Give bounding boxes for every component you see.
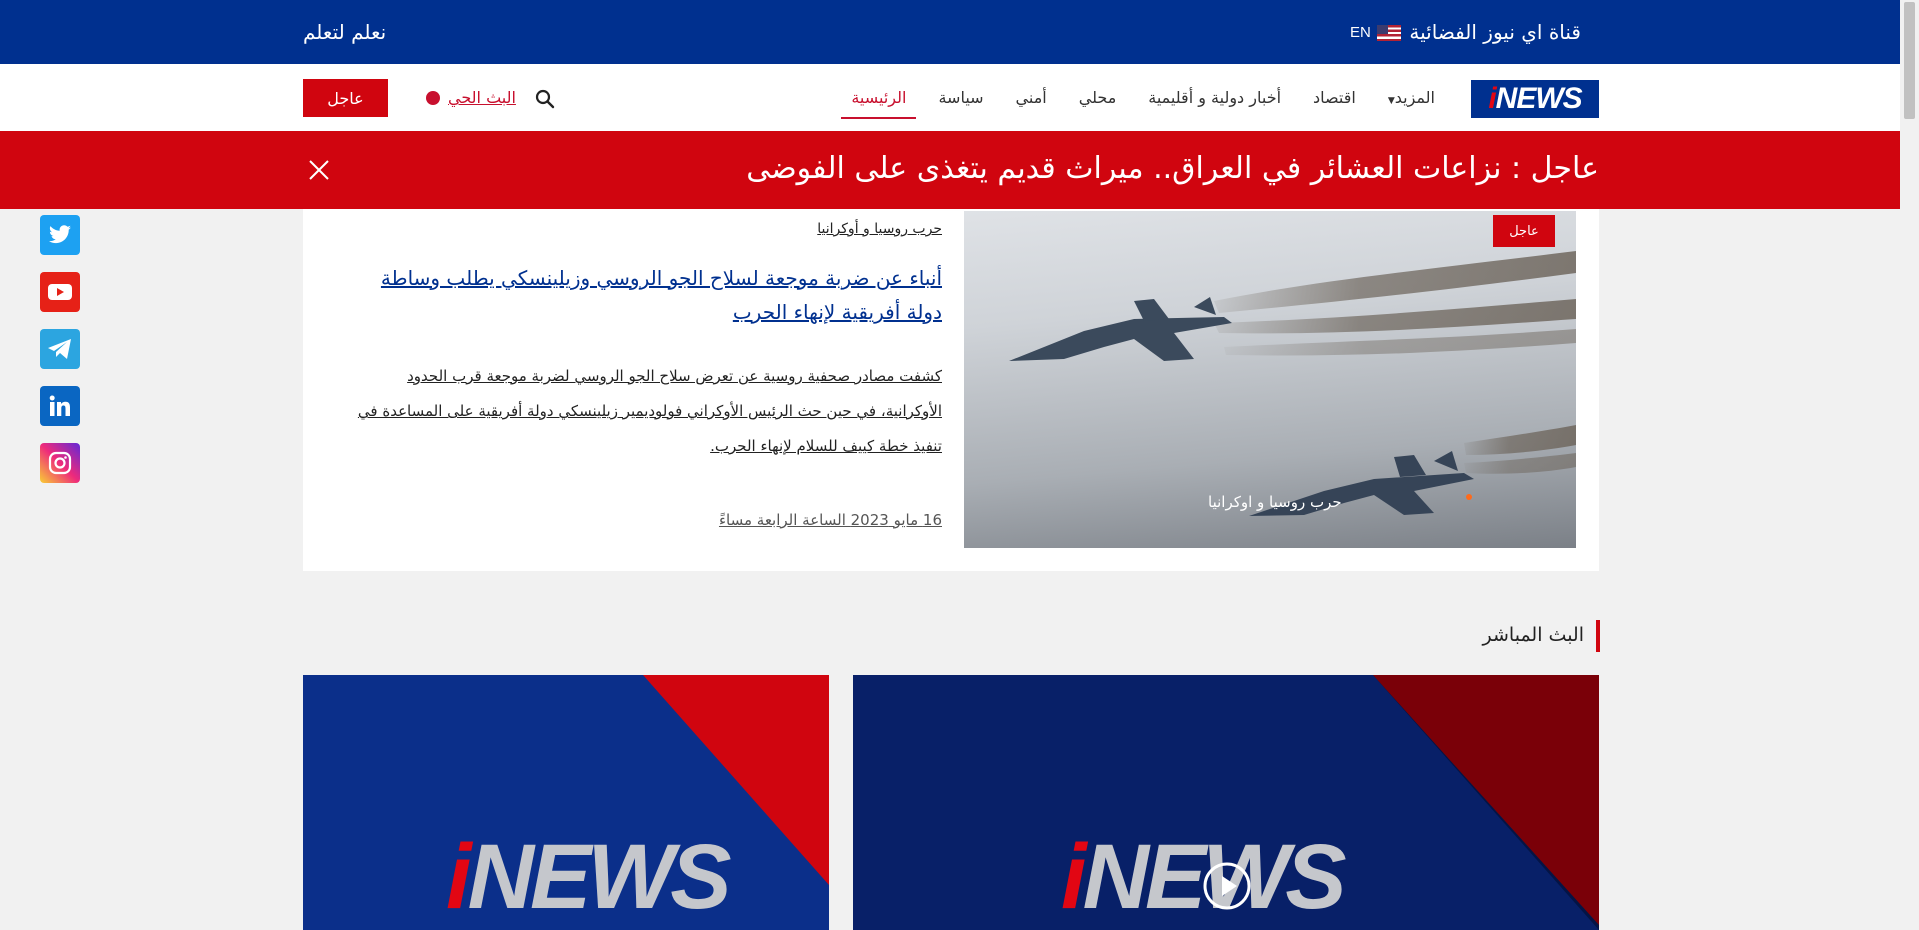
language-label[interactable]: EN bbox=[1350, 24, 1371, 41]
search-icon[interactable] bbox=[534, 88, 556, 110]
live-video-thumbnail[interactable]: iNEWS bbox=[303, 675, 829, 930]
caret-down-icon: ▼ bbox=[1387, 96, 1395, 106]
channel-name: قناة اي نيوز الفضائية bbox=[1409, 20, 1581, 44]
nav-item-politics[interactable]: سياسة bbox=[938, 88, 983, 113]
scrollbar-thumb[interactable] bbox=[1904, 2, 1915, 119]
video-logo-text: NEWS bbox=[467, 826, 732, 928]
article-title[interactable]: أنباء عن ضربة موجعة لسلاح الجو الروسي وز… bbox=[342, 261, 942, 329]
logo-accent: i bbox=[1488, 82, 1496, 115]
image-caption: حرب روسيا و اوكرانيا bbox=[1208, 493, 1342, 511]
page-scrollbar[interactable] bbox=[1900, 0, 1919, 930]
nav-item-home[interactable]: الرئيسية bbox=[841, 88, 917, 119]
live-label[interactable]: البث الحي bbox=[448, 88, 516, 107]
social-links bbox=[40, 215, 80, 483]
nav-menu: الرئيسية سياسة أمني محلي أخبار دولية و أ… bbox=[841, 88, 1435, 119]
nav-item-international[interactable]: أخبار دولية و أقليمية bbox=[1148, 88, 1281, 113]
language-switch[interactable]: EN bbox=[1350, 24, 1401, 41]
instagram-icon[interactable] bbox=[40, 443, 80, 483]
nav-item-more[interactable]: المزيد▼ bbox=[1388, 88, 1435, 113]
video-logo: iNEWS bbox=[446, 825, 732, 930]
video-logo-accent: i bbox=[1061, 826, 1086, 928]
article-description[interactable]: كشفت مصادر صحفية روسية عن تعرض سلاح الجو… bbox=[342, 359, 942, 464]
nav-item-local[interactable]: محلي bbox=[1079, 88, 1117, 113]
telegram-icon[interactable] bbox=[40, 329, 80, 369]
urgent-tag[interactable]: عاجل bbox=[1493, 215, 1555, 247]
close-icon[interactable] bbox=[304, 155, 334, 185]
featured-article: عاجل حرب روسيا و اوكرانيا حرب روسيا و أو… bbox=[303, 209, 1599, 571]
article-category[interactable]: حرب روسيا و أوكرانيا bbox=[817, 221, 942, 237]
article-date: 16 مايو 2023 الساعة الرابعة مساءً bbox=[718, 511, 942, 529]
live-stream-link[interactable]: البث الحي bbox=[426, 88, 516, 107]
nav-item-security[interactable]: أمني bbox=[1016, 88, 1047, 113]
site-logo[interactable]: iNEWS bbox=[1471, 80, 1599, 118]
live-section-title: البث المباشر bbox=[1483, 620, 1600, 652]
youtube-icon[interactable] bbox=[40, 272, 80, 312]
breaking-news-banner: عاجل : نزاعات العشائر في العراق.. ميراث … bbox=[0, 131, 1905, 209]
nav-more-label[interactable]: المزيد bbox=[1395, 88, 1435, 107]
slogan: نعلم لتعلم bbox=[303, 20, 387, 44]
play-icon[interactable] bbox=[1202, 861, 1252, 911]
main-nav: iNEWS الرئيسية سياسة أمني محلي أخبار دول… bbox=[0, 64, 1900, 131]
live-video-player[interactable]: iNEWS bbox=[853, 675, 1599, 930]
nav-item-economy[interactable]: اقتصاد bbox=[1313, 88, 1356, 113]
twitter-icon[interactable] bbox=[40, 215, 80, 255]
top-bar: قناة اي نيوز الفضائية EN نعلم لتعلم bbox=[0, 0, 1900, 64]
live-dot-icon bbox=[426, 90, 440, 105]
breaking-news-text[interactable]: عاجل : نزاعات العشائر في العراق.. ميراث … bbox=[746, 151, 1599, 186]
video-logo-accent: i bbox=[446, 826, 471, 928]
logo-text: NEWS bbox=[1495, 82, 1583, 115]
us-flag-icon[interactable] bbox=[1376, 24, 1401, 41]
linkedin-icon[interactable] bbox=[40, 386, 80, 426]
urgent-button[interactable]: عاجل bbox=[303, 79, 388, 117]
